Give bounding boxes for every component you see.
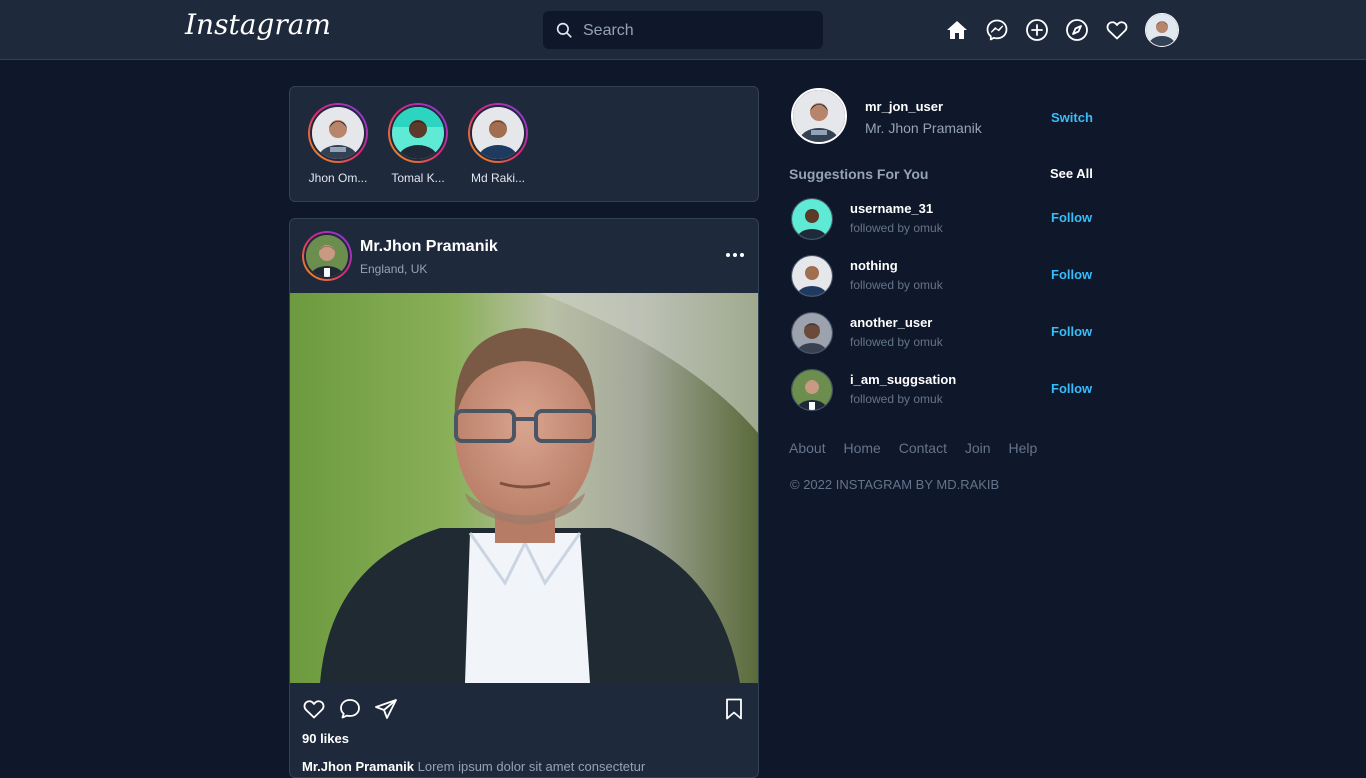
switch-account-button[interactable]: Switch xyxy=(1051,110,1093,125)
suggestion-item: nothing followed by omuk Follow xyxy=(791,255,1101,299)
suggestion-avatar[interactable] xyxy=(791,312,833,354)
suggestion-subtitle: followed by omuk xyxy=(850,335,943,349)
profile-avatar[interactable] xyxy=(1145,13,1179,47)
story-ring xyxy=(388,103,448,163)
story-avatar-image xyxy=(312,107,364,159)
follow-button[interactable]: Follow xyxy=(1051,381,1092,396)
search-icon xyxy=(556,22,572,38)
suggestion-avatar-image xyxy=(792,313,832,353)
suggestion-avatar-image xyxy=(792,199,832,239)
stories-bar: Jhon Om... Tomal K... Md Raki... xyxy=(289,86,759,202)
suggestion-username[interactable]: another_user xyxy=(850,315,932,330)
footer-links: About Home Contact Join Help xyxy=(789,440,1051,456)
see-all-link[interactable]: See All xyxy=(1050,166,1093,181)
post-card: Mr.Jhon Pramanik England, UK 90 likes Mr… xyxy=(289,218,759,778)
footer-link-contact[interactable]: Contact xyxy=(899,440,947,456)
plus-circle-icon[interactable] xyxy=(1025,18,1049,42)
sidebar-profile-avatar[interactable] xyxy=(791,88,847,144)
share-send-icon[interactable] xyxy=(374,697,398,721)
more-options-icon[interactable] xyxy=(724,251,746,259)
search-input[interactable] xyxy=(581,20,815,42)
heart-icon[interactable] xyxy=(1105,18,1129,42)
caption-text: Lorem ipsum dolor sit amet consectetur xyxy=(417,759,646,774)
post-photo xyxy=(290,293,758,683)
story-name: Jhon Om... xyxy=(308,171,368,185)
suggestion-avatar[interactable] xyxy=(791,198,833,240)
suggestions-heading: Suggestions For You xyxy=(789,166,929,182)
suggestion-item: another_user followed by omuk Follow xyxy=(791,312,1101,356)
suggestion-username[interactable]: username_31 xyxy=(850,201,933,216)
suggestion-item: i_am_suggsation followed by omuk Follow xyxy=(791,369,1101,413)
story-avatar-image xyxy=(392,107,444,159)
bookmark-icon[interactable] xyxy=(722,697,746,721)
follow-button[interactable]: Follow xyxy=(1051,267,1092,282)
story-ring xyxy=(468,103,528,163)
footer-link-help[interactable]: Help xyxy=(1008,440,1037,456)
story-item[interactable]: Jhon Om... xyxy=(298,103,378,185)
post-author-avatar[interactable] xyxy=(302,231,352,281)
comment-icon[interactable] xyxy=(338,697,362,721)
top-navigation-bar: Instagram xyxy=(0,0,1366,60)
suggestion-subtitle: followed by omuk xyxy=(850,278,943,292)
compass-icon[interactable] xyxy=(1065,18,1089,42)
suggestion-username[interactable]: nothing xyxy=(850,258,898,273)
follow-button[interactable]: Follow xyxy=(1051,324,1092,339)
footer-link-join[interactable]: Join xyxy=(965,440,991,456)
post-caption: Mr.Jhon Pramanik Lorem ipsum dolor sit a… xyxy=(302,759,742,774)
story-item[interactable]: Tomal K... xyxy=(378,103,458,185)
footer-link-home[interactable]: Home xyxy=(843,440,880,456)
search-box[interactable] xyxy=(543,11,823,49)
story-avatar-image xyxy=(472,107,524,159)
suggestion-avatar[interactable] xyxy=(791,255,833,297)
story-name: Tomal K... xyxy=(391,171,445,185)
like-heart-icon[interactable] xyxy=(302,697,326,721)
home-icon[interactable] xyxy=(945,18,969,42)
post-author-name[interactable]: Mr.Jhon Pramanik xyxy=(360,238,498,256)
instagram-logo[interactable]: Instagram xyxy=(185,8,331,41)
post-image[interactable] xyxy=(290,293,758,683)
suggestion-avatar-image xyxy=(792,256,832,296)
suggestion-avatar[interactable] xyxy=(791,369,833,411)
suggestion-username[interactable]: i_am_suggsation xyxy=(850,372,956,387)
story-ring xyxy=(308,103,368,163)
sidebar-username[interactable]: mr_jon_user xyxy=(865,99,943,114)
suggestion-subtitle: followed by omuk xyxy=(850,221,943,235)
story-name: Md Raki... xyxy=(470,171,525,185)
sidebar-profile-avatar-image xyxy=(793,90,845,142)
messenger-icon[interactable] xyxy=(985,18,1009,42)
footer-link-about[interactable]: About xyxy=(789,440,826,456)
suggestion-item: username_31 followed by omuk Follow xyxy=(791,198,1101,242)
story-item[interactable]: Md Raki... xyxy=(458,103,538,185)
caption-author[interactable]: Mr.Jhon Pramanik xyxy=(302,759,414,774)
follow-button[interactable]: Follow xyxy=(1051,210,1092,225)
likes-count[interactable]: 90 likes xyxy=(302,731,349,746)
sidebar-full-name: Mr. Jhon Pramanik xyxy=(865,120,982,136)
post-location: England, UK xyxy=(360,262,428,276)
post-author-avatar-image xyxy=(306,235,348,277)
suggestion-avatar-image xyxy=(792,370,832,410)
copyright-text: © 2022 INSTAGRAM BY MD.RAKIB xyxy=(790,477,1000,492)
suggestion-subtitle: followed by omuk xyxy=(850,392,943,406)
profile-avatar-image xyxy=(1146,14,1178,46)
